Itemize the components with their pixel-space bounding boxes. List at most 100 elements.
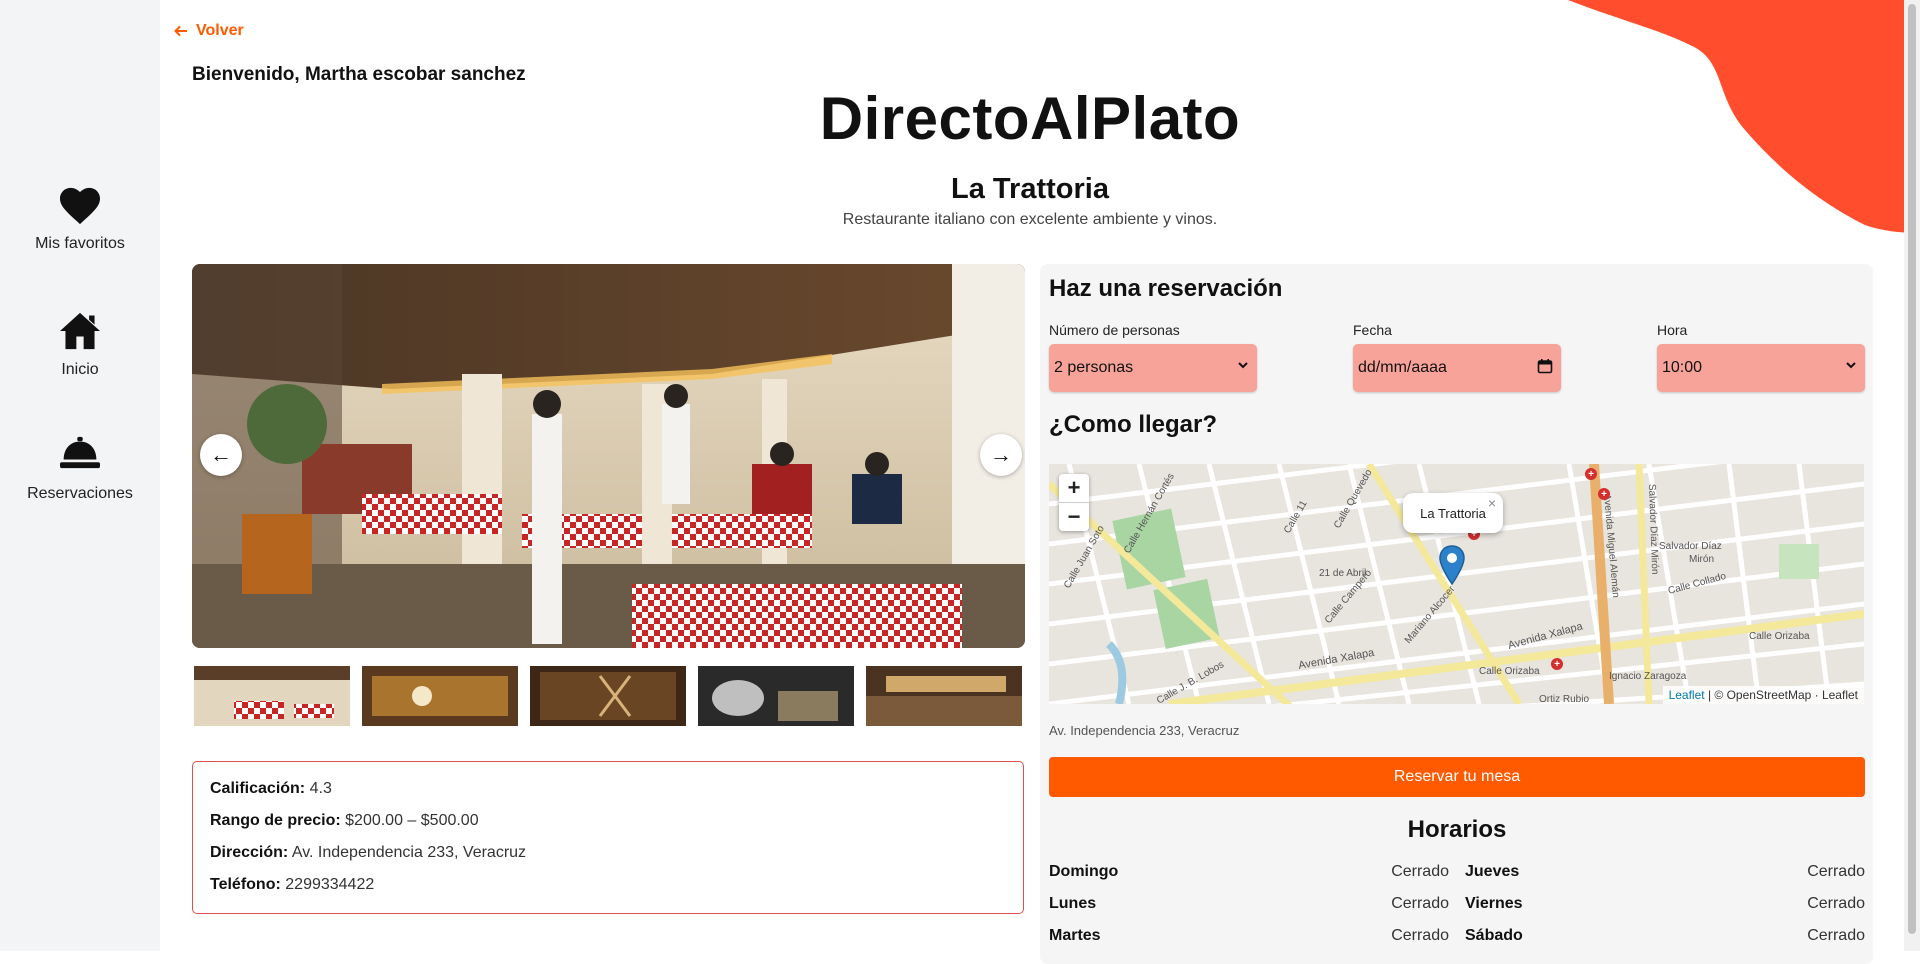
svg-text:+: +	[1554, 659, 1560, 670]
thumbnail[interactable]	[530, 666, 686, 726]
hours-status: Cerrado	[1807, 895, 1865, 912]
date-placeholder: dd/mm/aaaa	[1358, 359, 1447, 376]
hours-row: Viernes Cerrado	[1465, 895, 1865, 913]
sidebar-item-label: Inicio	[61, 361, 99, 378]
brand-title: DirectoAlPlato	[819, 85, 1241, 152]
sidebar-item-label: Reservaciones	[27, 485, 133, 502]
leaflet-link[interactable]: Leaflet	[1669, 688, 1705, 702]
price-label: Rango de precio:	[210, 812, 341, 829]
sidebar-item-label: Mis favoritos	[35, 235, 125, 252]
restaurant-photo	[192, 264, 1025, 648]
home-icon	[60, 312, 100, 350]
svg-text:Calle Orizaba: Calle Orizaba	[1479, 666, 1540, 677]
rating-value: 4.3	[309, 780, 332, 797]
zoom-in-button[interactable]: +	[1059, 474, 1089, 503]
close-icon[interactable]: ×	[1488, 495, 1496, 511]
restaurant-info-card: Calificación: 4.3 Rango de precio: $200.…	[192, 761, 1024, 914]
scrollbar-thumb[interactable]	[1908, 4, 1916, 934]
hours-day: Martes	[1049, 927, 1101, 944]
rating-row: Calificación: 4.3	[210, 780, 332, 798]
svg-text:Salvador Díaz: Salvador Díaz	[1659, 541, 1722, 552]
back-label: Volver	[196, 22, 244, 39]
welcome-text: Bienvenido, Martha escobar sanchez	[192, 64, 526, 85]
price-row: Rango de precio: $200.00 – $500.00	[210, 812, 479, 830]
sidebar-item-favorites[interactable]: Mis favoritos	[0, 185, 160, 253]
people-value: 2 personas	[1054, 359, 1134, 376]
calendar-icon[interactable]	[1537, 358, 1553, 374]
svg-text:+: +	[1588, 469, 1594, 480]
hours-status: Cerrado	[1807, 927, 1865, 944]
time-label: Hora	[1657, 322, 1688, 338]
map-address: Av. Independencia 233, Veracruz	[1049, 723, 1240, 738]
page-scrollbar[interactable]	[1904, 0, 1920, 951]
time-select[interactable]: 10:00	[1657, 344, 1865, 392]
hours-day: Viernes	[1465, 895, 1523, 912]
thumbnail-strip	[192, 666, 1025, 726]
hours-day: Domingo	[1049, 863, 1119, 880]
restaurant-description: Restaurante italiano con excelente ambie…	[842, 211, 1218, 228]
attribution-text: | © OpenStreetMap · Leaflet	[1707, 688, 1858, 702]
hours-row: Domingo Cerrado	[1049, 863, 1449, 881]
hours-row: Sábado Cerrado	[1465, 927, 1865, 945]
hours-status: Cerrado	[1391, 927, 1449, 944]
popup-label: La Trattoria	[1420, 505, 1486, 521]
map-zoom-control: + −	[1059, 474, 1089, 531]
hours-title: Horarios	[1407, 816, 1507, 843]
chevron-down-icon	[1846, 362, 1856, 369]
decorative-blob	[1540, 0, 1920, 235]
reservation-title: Haz una reservación	[1049, 275, 1283, 302]
thumbnail[interactable]	[866, 666, 1022, 726]
hours-status: Cerrado	[1391, 895, 1449, 912]
sidebar-item-home[interactable]: Inicio	[0, 311, 160, 379]
svg-text:+: +	[1601, 489, 1607, 500]
rating-label: Calificación:	[210, 780, 306, 797]
svg-text:Ignacio Zaragoza: Ignacio Zaragoza	[1609, 671, 1687, 682]
thumbnail[interactable]	[362, 666, 518, 726]
sidebar-item-reservations[interactable]: Reservaciones	[0, 435, 160, 503]
address-label: Dirección:	[210, 844, 289, 861]
people-label: Número de personas	[1049, 322, 1180, 338]
chevron-down-icon	[1238, 362, 1248, 369]
hours-day: Jueves	[1465, 863, 1520, 880]
hours-row: Lunes Cerrado	[1049, 895, 1449, 913]
reserve-table-button[interactable]: Reservar tu mesa	[1049, 757, 1865, 797]
map-popup: La Trattoria ×	[1403, 493, 1503, 533]
hours-day: Lunes	[1049, 895, 1097, 912]
carousel-prev-button[interactable]: ←	[200, 434, 242, 476]
svg-text:Calle Orizaba: Calle Orizaba	[1749, 631, 1810, 642]
restaurant-name: La Trattoria	[951, 173, 1109, 205]
svg-text:Ortiz Rubio: Ortiz Rubio	[1539, 694, 1589, 704]
hours-row: Martes Cerrado	[1049, 927, 1449, 945]
date-label: Fecha	[1353, 322, 1392, 338]
svg-text:Mirón: Mirón	[1689, 554, 1714, 565]
sidebar: Mis favoritos Inicio Reservaciones	[0, 0, 160, 951]
hours-status: Cerrado	[1807, 863, 1865, 880]
photo-carousel: ← →	[192, 264, 1025, 648]
hours-day: Sábado	[1465, 927, 1523, 944]
thumbnail[interactable]	[698, 666, 854, 726]
date-input[interactable]: dd/mm/aaaa	[1353, 344, 1561, 392]
heart-icon	[60, 187, 100, 225]
location-map[interactable]: Calle Quevedo Avenida Miguel Alemán Salv…	[1049, 464, 1864, 704]
hours-status: Cerrado	[1391, 863, 1449, 880]
phone-label: Teléfono:	[210, 876, 281, 893]
directions-title: ¿Como llegar?	[1049, 411, 1218, 438]
time-value: 10:00	[1662, 359, 1703, 376]
bell-icon	[60, 436, 100, 469]
thumbnail[interactable]	[194, 666, 350, 726]
map-marker-icon[interactable]	[1439, 545, 1465, 585]
arrow-right-icon: →	[990, 442, 1012, 467]
carousel-next-button[interactable]: →	[980, 434, 1022, 476]
address-row: Dirección: Av. Independencia 233, Veracr…	[210, 844, 526, 862]
arrow-left-icon	[174, 25, 187, 37]
hours-row: Jueves Cerrado	[1465, 863, 1865, 881]
price-value: $200.00 – $500.00	[345, 812, 479, 829]
zoom-out-button[interactable]: −	[1059, 503, 1089, 531]
back-link[interactable]: Volver	[174, 22, 244, 40]
phone-row: Teléfono: 2299334422	[210, 876, 374, 894]
people-select[interactable]: 2 personas	[1049, 344, 1257, 392]
arrow-left-icon: ←	[210, 442, 232, 467]
phone-value: 2299334422	[285, 876, 375, 893]
map-attribution: Leaflet | © OpenStreetMap · Leaflet	[1662, 686, 1864, 704]
address-value: Av. Independencia 233, Veracruz	[291, 844, 527, 861]
